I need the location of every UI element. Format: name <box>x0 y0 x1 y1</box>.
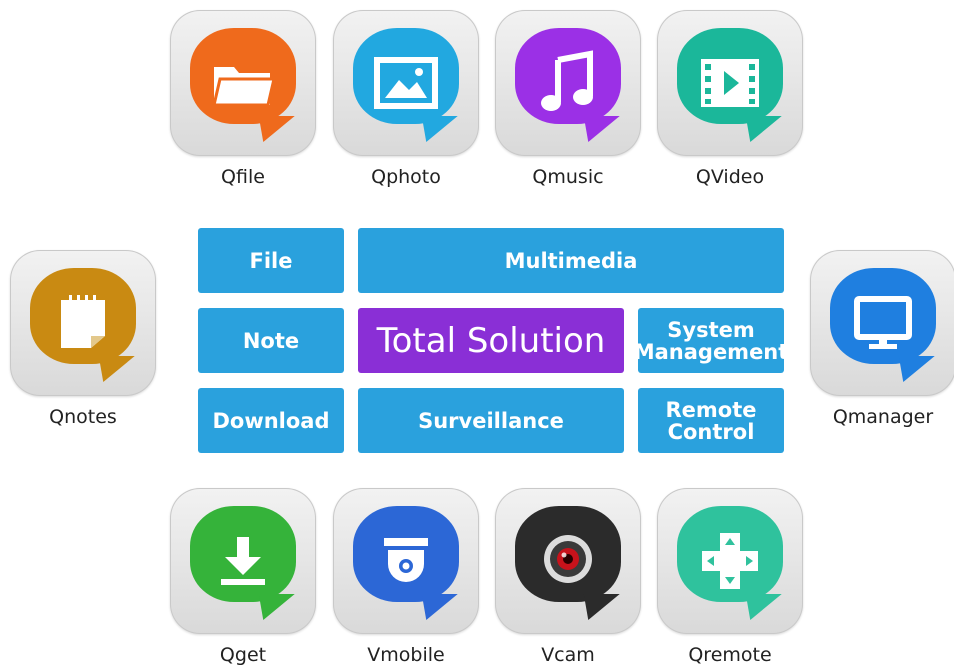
webcam-icon <box>495 488 641 634</box>
app-qmanager[interactable]: Qmanager <box>808 250 954 428</box>
dome-camera-icon <box>333 488 479 634</box>
music-note-icon <box>495 10 641 156</box>
category-label: File <box>249 248 293 273</box>
app-tile <box>657 10 803 156</box>
monitor-icon <box>810 250 954 396</box>
app-qmusic[interactable]: Qmusic <box>493 10 643 188</box>
app-vcam[interactable]: Vcam <box>493 488 643 666</box>
photo-icon <box>333 10 479 156</box>
category-multimedia: Multimedia <box>358 228 784 293</box>
app-tile <box>657 488 803 634</box>
app-vmobile[interactable]: Vmobile <box>331 488 481 666</box>
category-remote-control: Remote Control <box>638 388 784 453</box>
app-tile <box>810 250 954 396</box>
category-label-line1: System <box>667 317 755 342</box>
notepad-icon <box>10 250 156 396</box>
folder-icon <box>170 10 316 156</box>
app-label: Qmusic <box>532 166 604 188</box>
app-label: Vcam <box>541 644 595 666</box>
app-label: QVideo <box>695 166 765 188</box>
category-file: File <box>198 228 344 293</box>
category-label: Total Solution <box>376 320 606 361</box>
app-qfile[interactable]: Qfile <box>168 10 318 188</box>
app-label: Qmanager <box>832 406 934 428</box>
app-label: Vmobile <box>367 644 445 666</box>
dpad-icon <box>657 488 803 634</box>
app-tile <box>170 10 316 156</box>
film-icon <box>657 10 803 156</box>
category-download: Download <box>198 388 344 453</box>
category-label: Download <box>212 408 330 433</box>
app-qnotes[interactable]: Qnotes <box>8 250 158 428</box>
category-label-line1: Remote <box>665 397 757 422</box>
download-icon <box>170 488 316 634</box>
app-label: Qfile <box>221 166 265 188</box>
category-label: Multimedia <box>504 248 638 273</box>
category-system-management: System Management <box>634 308 788 373</box>
app-tile <box>10 250 156 396</box>
app-qget[interactable]: Qget <box>168 488 318 666</box>
app-label: Qnotes <box>49 406 117 428</box>
app-label: Qphoto <box>371 166 441 188</box>
app-label: Qremote <box>688 644 772 666</box>
app-tile <box>495 10 641 156</box>
category-label-line2: Control <box>667 419 755 444</box>
category-label: Surveillance <box>418 408 564 433</box>
app-qremote[interactable]: Qremote <box>655 488 805 666</box>
category-surveillance: Surveillance <box>358 388 624 453</box>
category-note: Note <box>198 308 344 373</box>
app-tile <box>495 488 641 634</box>
app-tile <box>333 10 479 156</box>
category-total-solution: Total Solution <box>358 308 624 373</box>
app-label: Qget <box>219 644 267 666</box>
category-label: Note <box>242 328 300 353</box>
app-tile <box>170 488 316 634</box>
app-tile <box>333 488 479 634</box>
app-qphoto[interactable]: Qphoto <box>331 10 481 188</box>
category-label-line2: Management <box>633 339 789 364</box>
app-qvideo[interactable]: QVideo <box>655 10 805 188</box>
